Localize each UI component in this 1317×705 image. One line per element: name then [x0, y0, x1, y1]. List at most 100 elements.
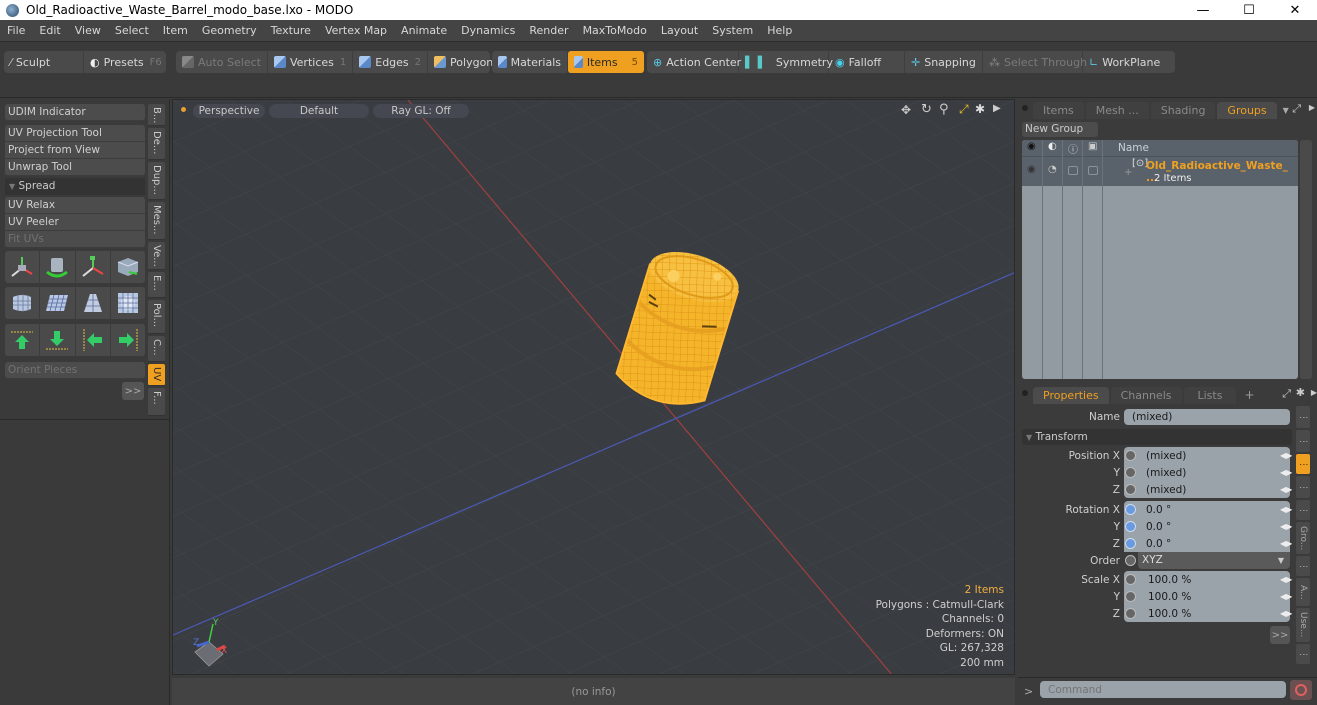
rotation-x-field[interactable]: 0.0 ° [1146, 504, 1171, 516]
rotate-view-icon[interactable]: ↻ [921, 102, 932, 117]
menu-maxtomodo[interactable]: MaxToModo [576, 24, 654, 37]
view-type-dropdown[interactable]: Perspective [193, 104, 265, 118]
properties-more-arrow-icon[interactable]: ▶ [1311, 388, 1317, 397]
order-dropdown[interactable]: XYZ ▼ [1138, 552, 1290, 569]
row-lock-checkbox[interactable] [1068, 166, 1078, 175]
position-y-animate-dot[interactable] [1125, 467, 1136, 478]
auto-select-button[interactable]: Auto Select [176, 51, 268, 73]
menu-vertex-map[interactable]: Vertex Map [318, 24, 394, 37]
vtab-curve[interactable]: C... [148, 336, 165, 362]
tab-items[interactable]: Items [1033, 102, 1084, 119]
raygl-toggle[interactable]: Ray GL: Off [373, 104, 469, 118]
select-through-button[interactable]: ⁂ Select Through [983, 51, 1087, 73]
items-button[interactable]: Items 5 [568, 51, 644, 73]
transform-section-header[interactable]: ▼ Transform [1022, 429, 1292, 445]
vtab-uv[interactable]: UV [148, 364, 165, 386]
select-column-icon[interactable]: ▣ [1088, 141, 1097, 152]
side-dots-1[interactable]: ⋮ [1296, 406, 1310, 428]
properties-expand-icon[interactable]: ⤢ [1282, 387, 1291, 401]
uv-move-tool-icon[interactable] [5, 251, 41, 283]
snapping-button[interactable]: ✛ Snapping [905, 51, 983, 73]
scale-x-field[interactable]: 100.0 % [1148, 574, 1191, 586]
menu-layout[interactable]: Layout [654, 24, 705, 37]
uv-perspective-icon[interactable] [76, 287, 111, 319]
uv-relax-button[interactable]: UV Relax [5, 197, 145, 214]
vtab-vertex[interactable]: Ve... [148, 242, 165, 270]
row-render-icon[interactable]: ◔ [1048, 164, 1057, 175]
maximize-button[interactable]: ☐ [1226, 0, 1272, 20]
rotation-y-drag-arrows-icon[interactable]: ◀▶ [1280, 522, 1292, 531]
vertices-button[interactable]: Vertices 1 [268, 51, 354, 73]
materials-button[interactable]: Materials [492, 51, 568, 73]
viewport-menu-dot-icon[interactable] [181, 107, 186, 112]
close-button[interactable]: ✕ [1272, 0, 1317, 20]
scale-x-animate-dot[interactable] [1125, 574, 1136, 585]
spread-section-header[interactable]: ▼ Spread [5, 178, 145, 195]
uv-box-tool-icon[interactable] [111, 251, 145, 283]
side-tab-a[interactable]: A... [1296, 578, 1310, 606]
side-dots-active[interactable]: ⋮ [1296, 454, 1310, 474]
orient-pieces-button[interactable]: Orient Pieces [5, 362, 145, 379]
scale-x-drag-arrows-icon[interactable]: ◀▶ [1280, 575, 1292, 584]
align-left-icon[interactable] [76, 324, 111, 356]
properties-menu-dot-icon[interactable] [1022, 390, 1028, 396]
scale-y-animate-dot[interactable] [1125, 591, 1136, 602]
add-tab-button[interactable]: + [1244, 388, 1254, 402]
side-dots-4[interactable]: ⋮ [1296, 500, 1310, 520]
unwrap-tool-button[interactable]: Unwrap Tool [5, 159, 145, 176]
udim-indicator-button[interactable]: UDIM Indicator [5, 104, 145, 121]
uv-rotate-tool-icon[interactable] [40, 251, 76, 283]
menu-edit[interactable]: Edit [32, 24, 67, 37]
groups-list-scrollbar[interactable] [1300, 140, 1312, 379]
uv-projection-tool-button[interactable]: UV Projection Tool [5, 125, 145, 142]
tab-groups[interactable]: Groups [1217, 102, 1277, 119]
vtab-deform[interactable]: De... [148, 128, 165, 160]
edges-button[interactable]: Edges 2 [353, 51, 429, 73]
presets-button[interactable]: ◐ Presets F6 [84, 51, 166, 73]
shading-dropdown[interactable]: Default [269, 104, 369, 118]
viewport-settings-gear-icon[interactable]: ✱ [975, 102, 985, 116]
3d-viewport[interactable]: Y X Z Perspective Default Ray GL: Off ✥ … [172, 99, 1015, 675]
render-column-icon[interactable]: ◐ [1048, 141, 1057, 152]
align-up-icon[interactable] [5, 324, 41, 356]
side-dots-5[interactable]: ⋮ [1296, 556, 1310, 576]
row-select-checkbox[interactable] [1088, 166, 1098, 175]
action-center-button[interactable]: ⊕ Action Center [647, 51, 741, 73]
side-tab-groups[interactable]: Gro... [1296, 522, 1310, 554]
side-dots-6[interactable]: ⋮ [1296, 644, 1310, 664]
tab-shading[interactable]: Shading [1150, 102, 1216, 119]
scale-z-drag-arrows-icon[interactable]: ◀▶ [1280, 609, 1292, 618]
panel-menu-dot-icon[interactable] [1022, 105, 1028, 111]
minimize-button[interactable]: — [1180, 0, 1226, 20]
lock-column-icon[interactable]: ⓘ [1068, 141, 1078, 156]
side-dots-3[interactable]: ⋮ [1296, 476, 1310, 498]
vtab-duplicate[interactable]: Dup... [148, 162, 165, 200]
side-dots-2[interactable]: ⋮ [1296, 430, 1310, 452]
menu-animate[interactable]: Animate [394, 24, 454, 37]
rotation-z-field[interactable]: 0.0 ° [1146, 538, 1171, 550]
uv-sphere-icon[interactable] [111, 287, 145, 319]
position-z-field[interactable]: (mixed) [1146, 484, 1186, 496]
new-group-button[interactable]: New Group [1022, 122, 1098, 137]
visibility-column-eye-icon[interactable]: ◉ [1027, 141, 1036, 152]
position-x-animate-dot[interactable] [1125, 450, 1136, 461]
sculpt-button[interactable]: ⁄ Sculpt [4, 51, 84, 73]
menu-item[interactable]: Item [156, 24, 195, 37]
group-row[interactable]: ◉ ◔ + [⊙] Old_Radioactive_Waste_ ... 2 I… [1022, 156, 1298, 186]
panel-more-arrow-icon[interactable]: ▶ [1309, 103, 1315, 112]
vtab-fusion[interactable]: F... [148, 388, 165, 416]
position-z-animate-dot[interactable] [1125, 484, 1136, 495]
more-tools-button[interactable]: >> [122, 382, 144, 400]
scale-y-field[interactable]: 100.0 % [1148, 591, 1191, 603]
record-macro-button[interactable] [1290, 680, 1312, 700]
position-x-drag-arrows-icon[interactable]: ◀▶ [1280, 451, 1292, 460]
rotation-y-animate-dot[interactable] [1125, 521, 1136, 532]
falloff-button[interactable]: ◉ Falloff [829, 51, 905, 73]
tab-lists[interactable]: Lists [1183, 387, 1237, 404]
properties-gear-icon[interactable]: ✱ [1296, 386, 1305, 399]
scale-y-drag-arrows-icon[interactable]: ◀▶ [1280, 592, 1292, 601]
uv-cylinder-icon[interactable] [5, 287, 41, 319]
workplane-button[interactable]: ∟ WorkPlane [1083, 51, 1163, 73]
vtab-b[interactable]: B... [148, 104, 165, 126]
menu-system[interactable]: System [705, 24, 760, 37]
